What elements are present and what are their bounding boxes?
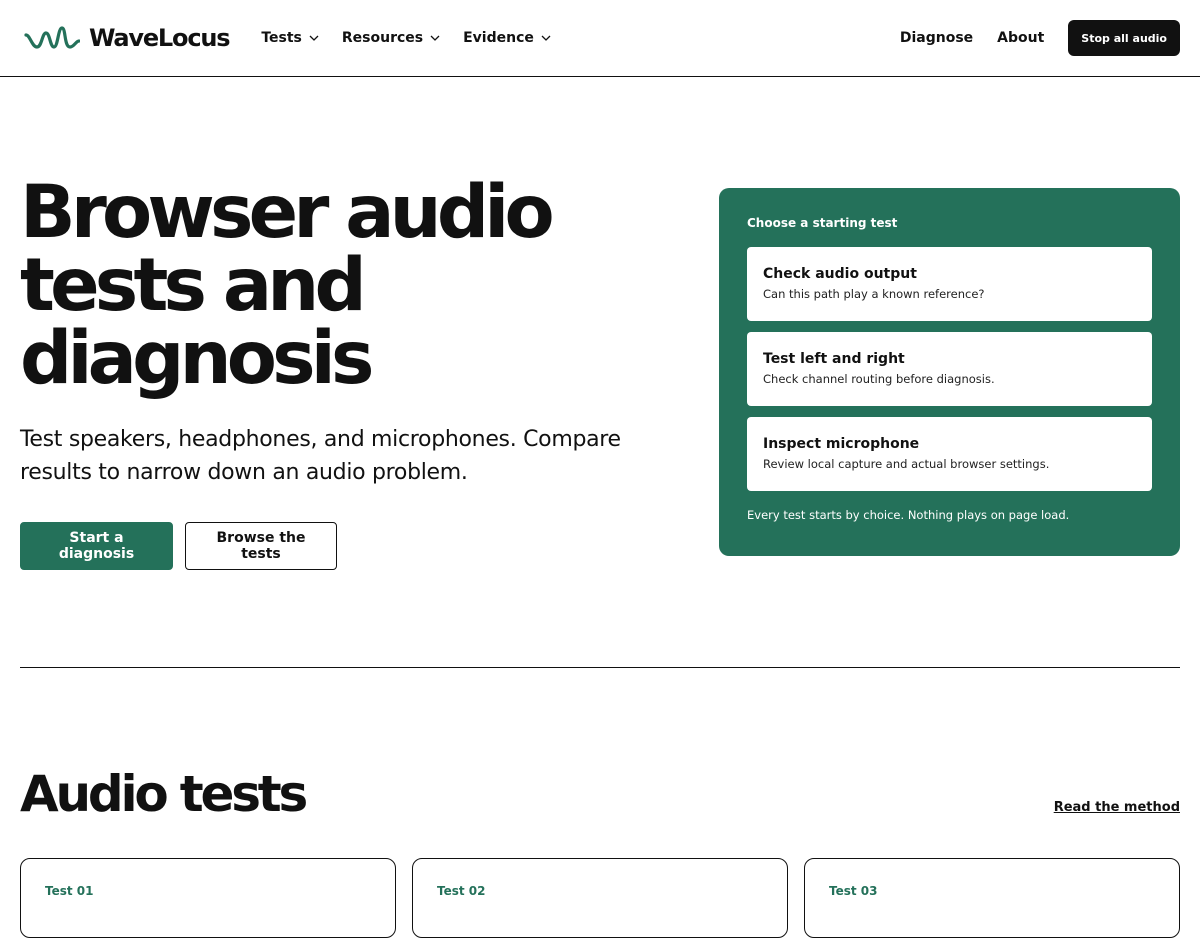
choice-title: Check audio output [763, 266, 917, 282]
nav-resources-menu[interactable]: Resources [342, 30, 441, 46]
choice-test-left-right[interactable]: Test left and right Check channel routin… [747, 332, 1152, 406]
stop-all-audio-button[interactable]: Stop all audio [1068, 20, 1180, 56]
choice-inspect-microphone[interactable]: Inspect microphone Review local capture … [747, 417, 1152, 491]
nav-diagnose-link[interactable]: Diagnose [900, 30, 973, 46]
hero-title: Browser audio tests and diagnosis [20, 170, 555, 401]
test-card[interactable]: Test 02 [412, 858, 788, 938]
primary-nav: Tests Resources Evidence [261, 30, 552, 46]
test-card-label: Test 01 [45, 884, 94, 898]
chevron-down-icon [309, 35, 319, 41]
chevron-down-icon [541, 35, 551, 41]
choice-title: Test left and right [763, 351, 905, 367]
brand-logo-link[interactable]: WaveLocus [24, 24, 231, 52]
site-header: WaveLocus Tests Resources Evidence Diagn… [0, 0, 1200, 77]
brand-name: WaveLocus [89, 24, 231, 52]
read-method-link[interactable]: Read the method [1054, 800, 1180, 815]
panel-note: Every test starts by choice. Nothing pla… [747, 508, 1070, 522]
start-diagnosis-button[interactable]: Start a diagnosis [20, 522, 173, 570]
waveform-logo-icon [24, 25, 80, 51]
nav-resources-label: Resources [341, 30, 424, 46]
choice-description: Check channel routing before diagnosis. [763, 372, 995, 386]
hero-subtitle: Test speakers, headphones, and microphon… [20, 427, 621, 485]
browse-tests-button[interactable]: Browse the tests [185, 522, 337, 570]
test-card-list: Test 01 Test 02 Test 03 [20, 858, 1180, 938]
nav-about-link[interactable]: About [997, 30, 1044, 46]
audio-tests-heading: Audio tests [20, 765, 308, 823]
nav-evidence-label: Evidence [463, 30, 534, 46]
choice-check-audio-output[interactable]: Check audio output Can this path play a … [747, 247, 1152, 321]
choice-description: Review local capture and actual browser … [763, 457, 1050, 471]
nav-tests-label: Tests [261, 30, 302, 46]
panel-heading: Choose a starting test [747, 216, 898, 230]
hero-actions: Start a diagnosis Browse the tests [20, 522, 337, 570]
test-card-label: Test 02 [437, 884, 486, 898]
test-card[interactable]: Test 03 [804, 858, 1180, 938]
secondary-nav: Diagnose About Stop all audio [900, 20, 1180, 56]
test-card[interactable]: Test 01 [20, 858, 396, 938]
starting-test-panel: Choose a starting test Check audio outpu… [719, 188, 1180, 556]
section-divider [20, 667, 1180, 668]
chevron-down-icon [430, 35, 440, 41]
choice-description: Can this path play a known reference? [763, 287, 985, 301]
nav-evidence-menu[interactable]: Evidence [463, 30, 552, 46]
choice-title: Inspect microphone [763, 436, 920, 452]
test-card-label: Test 03 [829, 884, 878, 898]
nav-tests-menu[interactable]: Tests [261, 30, 320, 46]
